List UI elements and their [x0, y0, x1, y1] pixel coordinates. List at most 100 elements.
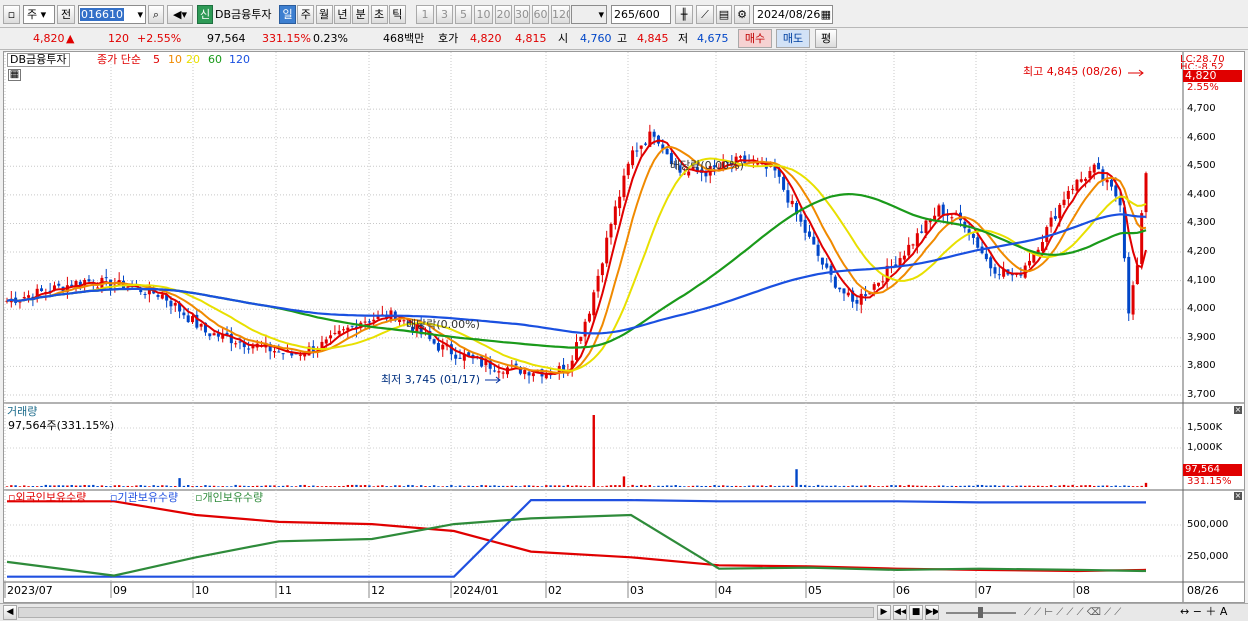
- zoom-slider-thumb[interactable]: [978, 607, 983, 618]
- volume-bar: [1023, 485, 1027, 487]
- volume-bar: [1110, 486, 1113, 487]
- candle-body: [639, 145, 643, 149]
- volume-bar: [217, 486, 220, 487]
- candle-body: [367, 321, 371, 323]
- open-price: 4,760: [580, 32, 612, 45]
- speaker-icon[interactable]: ◀▾: [167, 5, 193, 24]
- x-label: 05: [808, 584, 822, 597]
- zoom-controls-icon[interactable]: ↔ − ＋ A: [1180, 605, 1227, 619]
- volume-bar: [385, 486, 388, 487]
- candle-body: [104, 277, 108, 279]
- volume-bar: [273, 485, 276, 487]
- holding-legend-item: ▫외국인보유수량: [8, 491, 87, 504]
- window-icon[interactable]: ▫: [3, 5, 20, 24]
- scroll-right-icon[interactable]: ▶: [877, 605, 891, 620]
- tab-period-5[interactable]: 초: [370, 5, 388, 24]
- volume-bar: [519, 486, 522, 487]
- volume-bar: [916, 485, 919, 487]
- sell-button[interactable]: 매도: [776, 29, 810, 48]
- volume-bar: [506, 485, 509, 487]
- scroll-track[interactable]: [18, 607, 874, 618]
- stop-icon[interactable]: ■: [909, 605, 923, 620]
- interval-1[interactable]: 1: [416, 5, 434, 24]
- rewind-icon[interactable]: ◀◀: [893, 605, 907, 620]
- volume-bar: [868, 485, 872, 487]
- stock-code-input[interactable]: 016610 ▾: [78, 5, 146, 24]
- candle-body: [976, 237, 980, 248]
- volume-bar: [350, 484, 354, 487]
- candle-body: [402, 320, 406, 322]
- volume-bar: [307, 486, 311, 487]
- volume-bar: [687, 486, 690, 487]
- volume-bar: [665, 485, 669, 487]
- volume-bar: [545, 485, 548, 487]
- interval-3[interactable]: 3: [436, 5, 453, 24]
- candle-body: [143, 293, 147, 295]
- volume-bar: [338, 486, 341, 487]
- date-field[interactable]: 2024/08/26 ▦: [753, 5, 833, 24]
- candle-body: [1071, 188, 1075, 190]
- volume-bar: [454, 486, 457, 487]
- interval-input[interactable]: ▾: [571, 5, 607, 24]
- stock-legend-name[interactable]: DB금융투자: [7, 53, 70, 67]
- candle-body: [238, 341, 242, 343]
- candle-body: [1075, 179, 1079, 191]
- draw-tools-icon[interactable]: ⟋ ⟋ ⊢ ⟋ ⟋ ⟋ ⌫ ⟋ ⟋: [1024, 606, 1121, 620]
- candle-type-icon[interactable]: ╫: [675, 5, 693, 24]
- settings-icon[interactable]: ⚙: [734, 5, 750, 24]
- candle-body: [501, 372, 505, 374]
- x-label: 10: [195, 584, 209, 597]
- print-icon[interactable]: ▤: [716, 5, 732, 24]
- interval-10[interactable]: 10: [474, 5, 493, 24]
- interval-30[interactable]: 30: [514, 5, 530, 24]
- candle-body: [583, 321, 587, 337]
- volume-bar: [881, 486, 885, 487]
- close-icon[interactable]: ×: [1234, 492, 1242, 500]
- price-tick: 4,100: [1187, 274, 1216, 286]
- candle-body: [626, 163, 630, 176]
- chart-canvas[interactable]: [4, 52, 1244, 602]
- forward-icon[interactable]: ▶▶: [925, 605, 939, 620]
- tab-period-6[interactable]: 틱: [388, 5, 406, 24]
- volume-bar: [268, 485, 272, 487]
- low-label: 저: [678, 32, 689, 45]
- page-count-field[interactable]: 265/600: [611, 5, 671, 24]
- scroll-left-icon[interactable]: ◀: [3, 605, 17, 620]
- volume-bar: [1028, 485, 1031, 487]
- tab-period-1[interactable]: 주: [297, 5, 315, 24]
- draw-line-icon[interactable]: ⟋: [696, 5, 714, 24]
- close-icon[interactable]: ×: [1234, 406, 1242, 414]
- buy-button[interactable]: 매수: [738, 29, 772, 48]
- candle-body: [924, 220, 928, 233]
- interval-60[interactable]: 60: [532, 5, 549, 24]
- volume-bar: [726, 485, 729, 487]
- volume-bar: [670, 485, 673, 487]
- prev-button[interactable]: 전: [57, 5, 75, 24]
- candle-body: [842, 288, 846, 294]
- trade-value: 468백만: [383, 32, 425, 45]
- volume-pct-tag: 331.15%: [1187, 476, 1232, 487]
- chart-area[interactable]: [3, 51, 1245, 603]
- volume-bar: [993, 485, 997, 487]
- candle-body: [1131, 285, 1135, 315]
- table-toggle-icon[interactable]: ▦: [8, 69, 21, 81]
- tab-period-0[interactable]: 일: [279, 5, 296, 24]
- volume-bar: [44, 484, 48, 487]
- market-select[interactable]: 주 ▾: [23, 5, 55, 24]
- search-icon[interactable]: ⌕: [148, 5, 164, 24]
- tab-period-4[interactable]: 분: [352, 5, 370, 24]
- candle-body: [1140, 213, 1144, 265]
- volume-bar: [972, 485, 975, 487]
- candle-body: [1127, 256, 1131, 314]
- average-button[interactable]: 평: [815, 29, 837, 48]
- tab-period-2[interactable]: 월: [315, 5, 333, 24]
- tab-period-3[interactable]: 년: [333, 5, 351, 24]
- current-price: 4,820: [33, 32, 65, 45]
- candle-body: [199, 323, 203, 327]
- interval-120[interactable]: 120: [551, 5, 570, 24]
- interval-5[interactable]: 5: [455, 5, 472, 24]
- ma-legend-60: 60: [208, 53, 222, 66]
- volume-bar: [1058, 485, 1061, 487]
- volume-bar: [251, 485, 255, 487]
- interval-20[interactable]: 20: [495, 5, 512, 24]
